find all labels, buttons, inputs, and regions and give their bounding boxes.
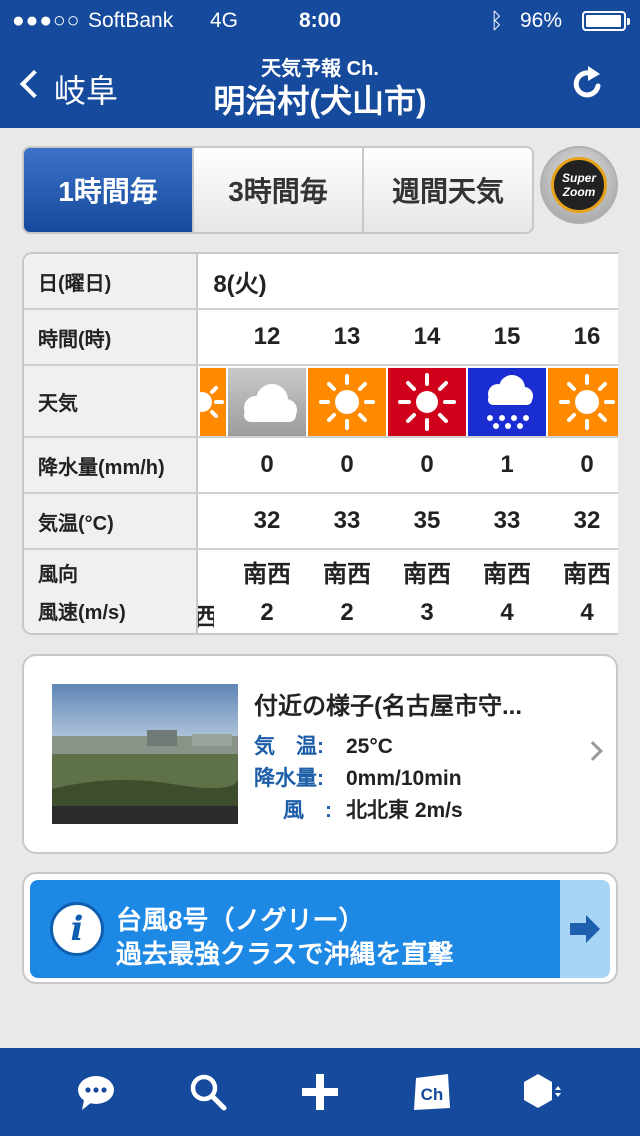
hour-cell: 16 (573, 323, 601, 350)
wind-row-label: 風向 風速(m/s) (24, 550, 198, 633)
wind-cell: 南西 2 (227, 550, 307, 633)
hour-cell: 14 (413, 323, 441, 350)
chevron-right-icon (583, 741, 603, 761)
weather-row: 天気 (24, 366, 618, 438)
header-bar: ●●●○○ SoftBank 4G 8:00 ᛒ 96% 岐阜 天気予報 Ch.… (0, 0, 640, 128)
hexagon-menu-icon[interactable] (520, 1070, 564, 1114)
chat-icon[interactable] (74, 1070, 118, 1114)
battery-percent: 96% (520, 9, 563, 32)
arrow-right-icon (570, 915, 600, 943)
wind-speed: 4 (580, 598, 594, 626)
wind-speed-label: 風速(m/s) (38, 601, 126, 624)
nearby-wind-label: 風 : (283, 799, 332, 822)
nearby-precip: 降水量: 0mm/10min (254, 762, 462, 792)
tab-hourly[interactable]: 1時間毎 (24, 148, 192, 232)
news-arrow-button[interactable] (560, 880, 610, 978)
wind-speed: 2 (260, 598, 274, 626)
wind-row: 風向 風速(m/s) 西 南西 2 南西 2 南西 3 南西 4 (24, 550, 618, 633)
hour-cell: 13 (333, 323, 361, 350)
precip-cell: 0 (340, 451, 354, 478)
wind-speed: 4 (500, 598, 514, 626)
wind-direction: 南西 (483, 560, 531, 588)
wind-speed: 2 (340, 598, 354, 626)
temp-cell: 33 (493, 507, 521, 534)
super-zoom-button[interactable]: Super Zoom (540, 146, 618, 224)
temp-cell: 33 (333, 507, 361, 534)
nearby-temp-value: 25°C (346, 735, 393, 758)
nearby-wind-value: 北北東 2m/s (346, 799, 463, 822)
hot-sun-icon (388, 368, 466, 436)
temp-row: 気温(°C) 32 33 35 33 32 (24, 494, 618, 550)
bluetooth-icon: ᛒ (490, 8, 504, 33)
cloud-icon (228, 368, 306, 436)
super-zoom-label-1: Super (561, 171, 596, 185)
precip-row: 降水量(mm/h) 0 0 0 1 0 (24, 438, 618, 494)
precip-cell: 1 (500, 451, 514, 478)
live-camera-image (52, 684, 238, 824)
page-title: 明治村(犬山市) (213, 83, 427, 119)
wind-speed: 3 (420, 598, 434, 626)
temp-cell: 32 (573, 507, 601, 534)
wind-direction-label: 風向 (38, 563, 78, 586)
date-row: 日(曜日) 8(火) (24, 254, 618, 310)
wind-direction: 西 (198, 599, 214, 633)
nearby-temp: 気 温: 25°C (254, 730, 393, 760)
nearby-title: 付近の様子(名古屋市守... (254, 693, 522, 720)
wind-cell: 南西 4 (467, 550, 547, 633)
super-zoom-icon: Super Zoom (551, 157, 607, 213)
nearby-wind: 風 : 北北東 2m/s (254, 794, 463, 824)
refresh-icon[interactable] (568, 64, 608, 104)
nearby-conditions-card[interactable]: 付近の様子(名古屋市守... 気 温: 25°C 降水量: 0mm/10min 風 … (22, 654, 618, 854)
news-headline-1: 台風8号（ノグリー） (116, 905, 365, 935)
temp-row-label: 気温(°C) (24, 494, 198, 548)
date-row-label: 日(曜日) (24, 254, 198, 308)
bottom-toolbar: Ch (0, 1048, 640, 1136)
svg-text:Ch: Ch (421, 1085, 444, 1104)
rain-icon (468, 368, 546, 436)
weather-row-label: 天気 (24, 366, 198, 436)
nearby-precip-label: 降水量: (254, 767, 324, 790)
sun-icon (548, 368, 618, 436)
info-icon: i (50, 902, 104, 956)
temp-cell: 32 (253, 507, 281, 534)
hourly-forecast-table[interactable]: 日(曜日) 8(火) 時間(時) 12 13 14 15 16 天気 降水量(m… (22, 252, 618, 635)
wind-cell: 南西 4 (547, 550, 618, 633)
news-banner[interactable]: i 台風8号（ノグリー） 過去最強クラスで沖縄を直撃 (22, 872, 618, 984)
hour-row: 時間(時) 12 13 14 15 16 (24, 310, 618, 366)
wind-cell: 南西 2 (307, 550, 387, 633)
hour-cell: 15 (493, 323, 521, 350)
wind-direction: 南西 (403, 560, 451, 588)
channel-icon[interactable]: Ch (410, 1070, 454, 1114)
search-icon[interactable] (186, 1070, 230, 1114)
news-content: i 台風8号（ノグリー） 過去最強クラスで沖縄を直撃 (30, 880, 560, 978)
battery-icon (582, 11, 630, 31)
precip-cell: 0 (420, 451, 434, 478)
super-zoom-label-2: Zoom (562, 185, 596, 199)
sun-icon (192, 368, 226, 436)
status-bar: ●●●○○ SoftBank 4G 8:00 ᛒ 96% (0, 0, 640, 40)
precip-cell: 0 (260, 451, 274, 478)
precip-cell: 0 (580, 451, 594, 478)
tab-3hourly[interactable]: 3時間毎 (192, 148, 362, 232)
wind-direction: 南西 (243, 560, 291, 588)
wind-cell: 南西 3 (387, 550, 467, 633)
forecast-tabs: 1時間毎 3時間毎 週間天気 (22, 146, 534, 234)
news-headline-2: 過去最強クラスで沖縄を直撃 (116, 939, 454, 969)
add-icon[interactable] (298, 1070, 342, 1114)
sun-icon (308, 368, 386, 436)
wind-cell-partial: 西 (198, 550, 214, 633)
wind-direction: 南西 (323, 560, 371, 588)
wind-direction: 南西 (563, 560, 611, 588)
hour-row-label: 時間(時) (24, 310, 198, 364)
temp-cell: 35 (413, 507, 441, 534)
nearby-precip-value: 0mm/10min (346, 767, 462, 790)
precip-row-label: 降水量(mm/h) (24, 438, 198, 492)
nearby-temp-label: 気 温: (254, 735, 324, 758)
hour-cell: 12 (253, 323, 281, 350)
date-value: 8(火) (213, 270, 267, 298)
tab-weekly[interactable]: 週間天気 (362, 148, 532, 232)
